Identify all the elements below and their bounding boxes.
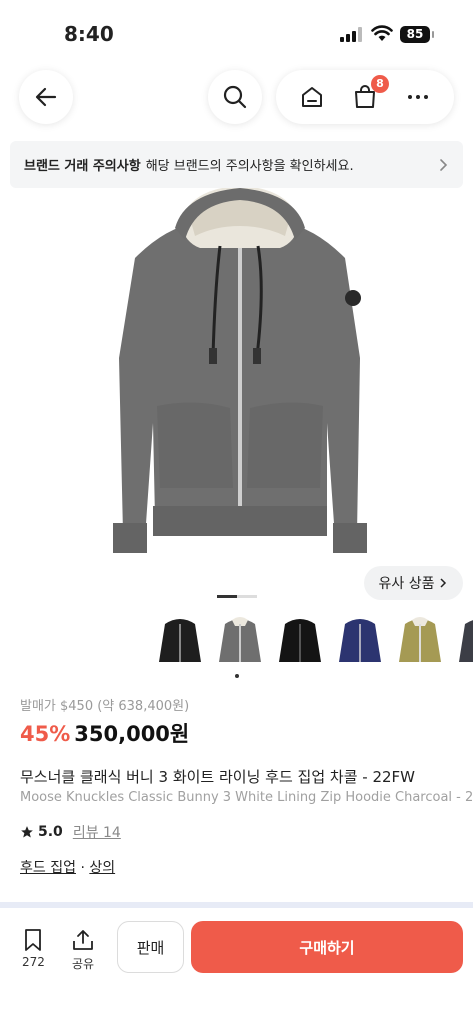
chevron-right-icon	[440, 158, 448, 171]
sell-button[interactable]: 판매	[117, 921, 184, 973]
similar-label: 유사 상품	[378, 576, 435, 592]
product-title-ko: 무스너클 클래식 버니 3 화이트 라이닝 후드 집업 차콜 - 22FW	[20, 768, 415, 786]
category-separator: ·	[80, 860, 85, 876]
back-button[interactable]	[19, 70, 73, 124]
thumbnail-grey[interactable]	[215, 612, 265, 670]
product-title-en: Moose Knuckles Classic Bunny 3 White Lin…	[20, 790, 473, 805]
thumbnail-navy[interactable]	[335, 612, 385, 670]
original-price: 발매가 $450 (약 638,400원)	[20, 699, 190, 714]
search-icon	[223, 85, 247, 109]
home-icon	[302, 87, 323, 107]
search-button[interactable]	[208, 70, 262, 124]
share-button[interactable]: 공유	[71, 928, 95, 972]
category-link-tops[interactable]: 상의	[89, 860, 115, 876]
thumbnail-black-solid[interactable]	[275, 612, 325, 670]
cart-count-badge: 8	[370, 75, 389, 93]
thumbnail-black[interactable]	[155, 612, 205, 670]
thumbnail-olive[interactable]	[395, 612, 445, 670]
brand-notice-banner[interactable]: 브랜드 거래 주의사항 해당 브랜드의 주의사항을 확인하세요.	[10, 141, 463, 188]
rating-score: 5.0	[38, 824, 63, 840]
discount-rate: 45%	[20, 722, 71, 746]
product-image[interactable]	[95, 188, 385, 568]
notice-message: 해당 브랜드의 주의사항을 확인하세요.	[145, 159, 354, 174]
home-button[interactable]	[297, 82, 327, 112]
selected-thumbnail-indicator	[235, 674, 239, 678]
bookmark-count: 272	[22, 955, 45, 969]
category-link-hood-zipup[interactable]: 후드 집업	[20, 860, 76, 876]
bookmark-icon	[25, 929, 42, 951]
image-pagination	[217, 595, 257, 598]
status-bar: 8:40 85	[0, 0, 473, 64]
rating-row: 5.0 리뷰 14	[20, 822, 121, 842]
pagination-active	[217, 595, 237, 598]
color-thumbnails	[150, 612, 473, 682]
thumbnail-charcoal[interactable]	[455, 612, 473, 670]
more-dots-icon	[407, 95, 428, 99]
sale-price: 350,000원	[74, 722, 190, 746]
similar-products-button[interactable]: 유사 상품	[364, 566, 463, 600]
category-breadcrumb: 후드 집업 · 상의	[20, 857, 115, 877]
share-label: 공유	[71, 957, 95, 971]
star-icon	[21, 826, 33, 838]
status-time: 8:40	[64, 22, 114, 46]
buy-button[interactable]: 구매하기	[191, 921, 463, 973]
bookmark-button[interactable]: 272	[22, 928, 45, 969]
price-row: 45% 350,000원	[20, 718, 189, 748]
battery-icon: 85	[400, 26, 434, 43]
reviews-link[interactable]: 리뷰 14	[73, 822, 121, 842]
notice-title: 브랜드 거래 주의사항	[24, 159, 141, 174]
cellular-signal-icon	[340, 27, 362, 42]
pagination-inactive	[237, 595, 257, 598]
wifi-icon	[371, 25, 393, 41]
cart-button[interactable]: 8	[350, 75, 389, 112]
more-button[interactable]	[403, 82, 433, 112]
bottom-action-bar: 272 공유 판매 구매하기	[0, 908, 473, 1024]
share-icon	[73, 930, 93, 950]
chevron-right-icon	[440, 578, 447, 588]
arrow-left-icon	[35, 87, 57, 107]
nav-action-group: 8	[276, 70, 454, 124]
